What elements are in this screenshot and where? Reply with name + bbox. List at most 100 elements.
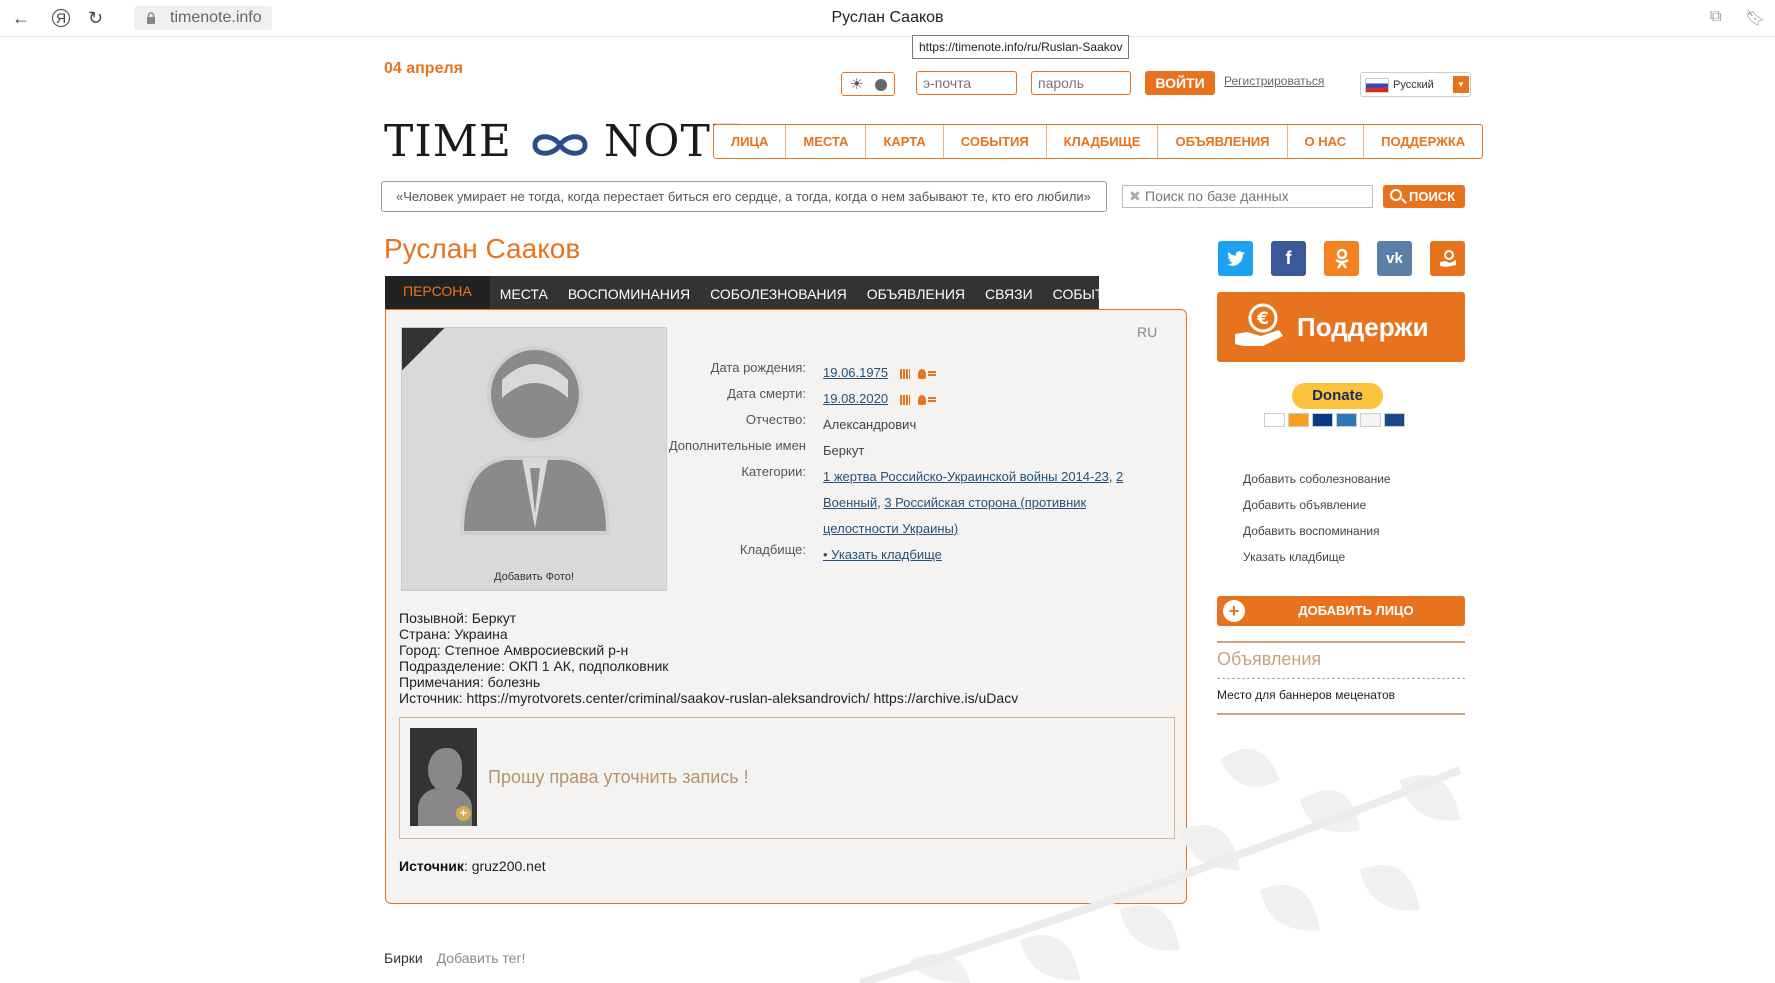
bio-line: Позывной: Беркут [399,610,517,626]
site-logo[interactable]: TIME NOTE [384,116,744,167]
tab-events[interactable]: СОБЫТИЯ [1043,276,1134,309]
tabs-count-icon[interactable]: ⧉ [1710,8,1721,26]
nav-support[interactable]: ПОДДЕРЖКА [1364,125,1482,158]
url-tooltip: https://timenote.info/ru/Ruslan-Saakov [912,35,1130,59]
odnoklassniki-icon[interactable] [1324,241,1359,276]
facebook-icon[interactable]: f [1271,241,1306,276]
language-select[interactable]: Русский ▼ [1360,72,1471,97]
register-link[interactable]: Регистрироваться [1224,74,1324,88]
ads-title: Объявления [1217,643,1465,679]
search-icon [1390,189,1402,201]
maestro-icon [1312,413,1333,427]
add-announcement-link[interactable]: Добавить объявление [1243,492,1391,518]
language-tag: RU [1137,324,1158,340]
language-label: Русский [1393,79,1434,91]
bio-line: Город: Степное Амвросиевский р-н [399,642,629,658]
people-list-icon[interactable] [918,368,937,379]
ads-block: Объявления Место для баннеров меценатов [1217,641,1465,715]
source-line: Источник: gruz200.net [399,858,546,874]
set-cemetery-sidebar-link[interactable]: Указать кладбище [1243,544,1391,570]
bio-line: Подразделение: ОКП 1 АК, подполковник [399,658,669,674]
clear-icon[interactable]: ✖ [1129,186,1141,207]
person-tabs: ПЕРСОНА МЕСТА ВОСПОМИНАНИЯ СОБОЛЕЗНОВАНИ… [385,276,1124,309]
patronymic-label: Отчество: [745,412,806,427]
mastercard-icon [1288,413,1309,427]
tab-connections[interactable]: СВЯЗИ [975,276,1043,309]
search-placeholder: Поиск по базе данных [1145,188,1289,204]
amex-icon [1336,413,1357,427]
birth-label: Дата рождения: [710,360,806,375]
support-button[interactable]: € Поддержи [1217,292,1465,362]
extra-names-label: Дополнительные имен [668,438,806,453]
source-label: Источник [399,858,464,874]
discover-icon [1360,413,1381,427]
quote-banner: «Человек умирает не тогда, когда переста… [381,181,1107,212]
add-face-button[interactable]: + ДОБАВИТЬ ЛИЦО [1217,596,1465,626]
leaf-background-decoration [858,748,1462,983]
sun-icon: ☀ [850,76,864,93]
tab-announcements[interactable]: ОБЪЯВЛЕНИЯ [857,276,975,309]
bookmark-icon[interactable]: 🔖︎ [1745,8,1765,28]
sidebar-links: Добавить соболезнование Добавить объявле… [1243,466,1391,570]
set-cemetery-link[interactable]: • Указать кладбище [823,547,942,562]
window-title: Руслан Сааков [831,9,944,26]
nav-map[interactable]: КАРТА [866,125,944,158]
ads-text: Место для баннеров меценатов [1217,688,1396,702]
tags-row: Бирки Добавить тег! [384,950,525,966]
add-tag-link[interactable]: Добавить тег! [437,950,526,966]
theme-toggle[interactable]: ☀ [841,72,895,96]
nav-ads[interactable]: ОБЪЯВЛЕНИЯ [1158,125,1288,158]
category-link[interactable]: 1 жертва Российско-Украинской войны 2014… [823,469,1109,484]
moon-icon [875,79,887,91]
nav-places[interactable]: МЕСТА [786,125,867,158]
browser-toolbar: ← Я ↻ timenote.info Руслан Сааков ⧉ 🔖︎ [0,0,1775,37]
current-date: 04 апреля [384,60,463,77]
source-value: : gruz200.net [463,858,546,874]
paypal-donate-button[interactable]: Donate [1292,383,1383,409]
login-button[interactable]: ВОЙТИ [1145,71,1215,95]
chevron-down-icon: ▼ [1453,76,1469,93]
add-memories-link[interactable]: Добавить воспоминания [1243,518,1391,544]
page-title: Руслан Сааков [384,233,581,264]
birth-date-link[interactable]: 19.06.1975 [823,365,888,380]
extra-names-value: Беркут [823,443,865,458]
email-field[interactable] [916,71,1017,95]
calendar-icon[interactable] [900,394,911,405]
biography: Позывной: Беркут Страна: Украина Город: … [399,610,1018,706]
add-photo-label: Добавить Фото! [494,571,574,583]
tab-memories[interactable]: ВОСПОМИНАНИЯ [558,276,700,309]
death-date-link[interactable]: 19.08.2020 [823,391,888,406]
russia-flag-icon [1365,78,1389,93]
profile-silhouette-icon: + [410,728,477,826]
nav-events[interactable]: СОБЫТИЯ [944,125,1047,158]
search-button[interactable]: ПОИСК [1383,185,1465,208]
nav-about[interactable]: О НАС [1288,125,1365,158]
plus-icon: + [456,806,471,821]
tab-person[interactable]: ПЕРСОНА [385,276,490,309]
infinity-icon [532,133,588,156]
password-field[interactable] [1031,71,1131,95]
vk-icon[interactable]: vk [1377,241,1412,276]
calendar-icon[interactable] [900,368,911,379]
support-hand-icon[interactable] [1430,241,1465,276]
tab-condolences[interactable]: СОБОЛЕЗНОВАНИЯ [700,276,857,309]
euro-hand-icon: € [1235,303,1283,346]
bio-line: Примечания: болезнь [399,674,541,690]
add-condolence-link[interactable]: Добавить соболезнование [1243,466,1391,492]
categories-label: Категории: [741,464,806,479]
people-list-icon[interactable] [918,394,937,405]
death-label: Дата смерти: [727,386,806,401]
nav-cemetery[interactable]: КЛАДБИЩЕ [1047,125,1159,158]
bio-line: Источник: https://myrotvorets.center/cri… [399,690,1019,706]
search-input[interactable]: ✖ Поиск по базе данных [1122,185,1373,208]
twitter-icon[interactable] [1218,241,1253,276]
svg-text:€: € [1256,309,1269,329]
patronymic-value: Александрович [823,417,917,432]
tags-label: Бирки [384,950,423,966]
tab-places[interactable]: МЕСТА [490,276,558,309]
bio-line: Страна: Украина [399,626,508,642]
nav-faces[interactable]: ЛИЦА [714,125,787,158]
payment-cards [1264,413,1405,427]
plus-icon: + [1223,600,1245,622]
cemetery-label: Кладбище: [739,542,806,557]
